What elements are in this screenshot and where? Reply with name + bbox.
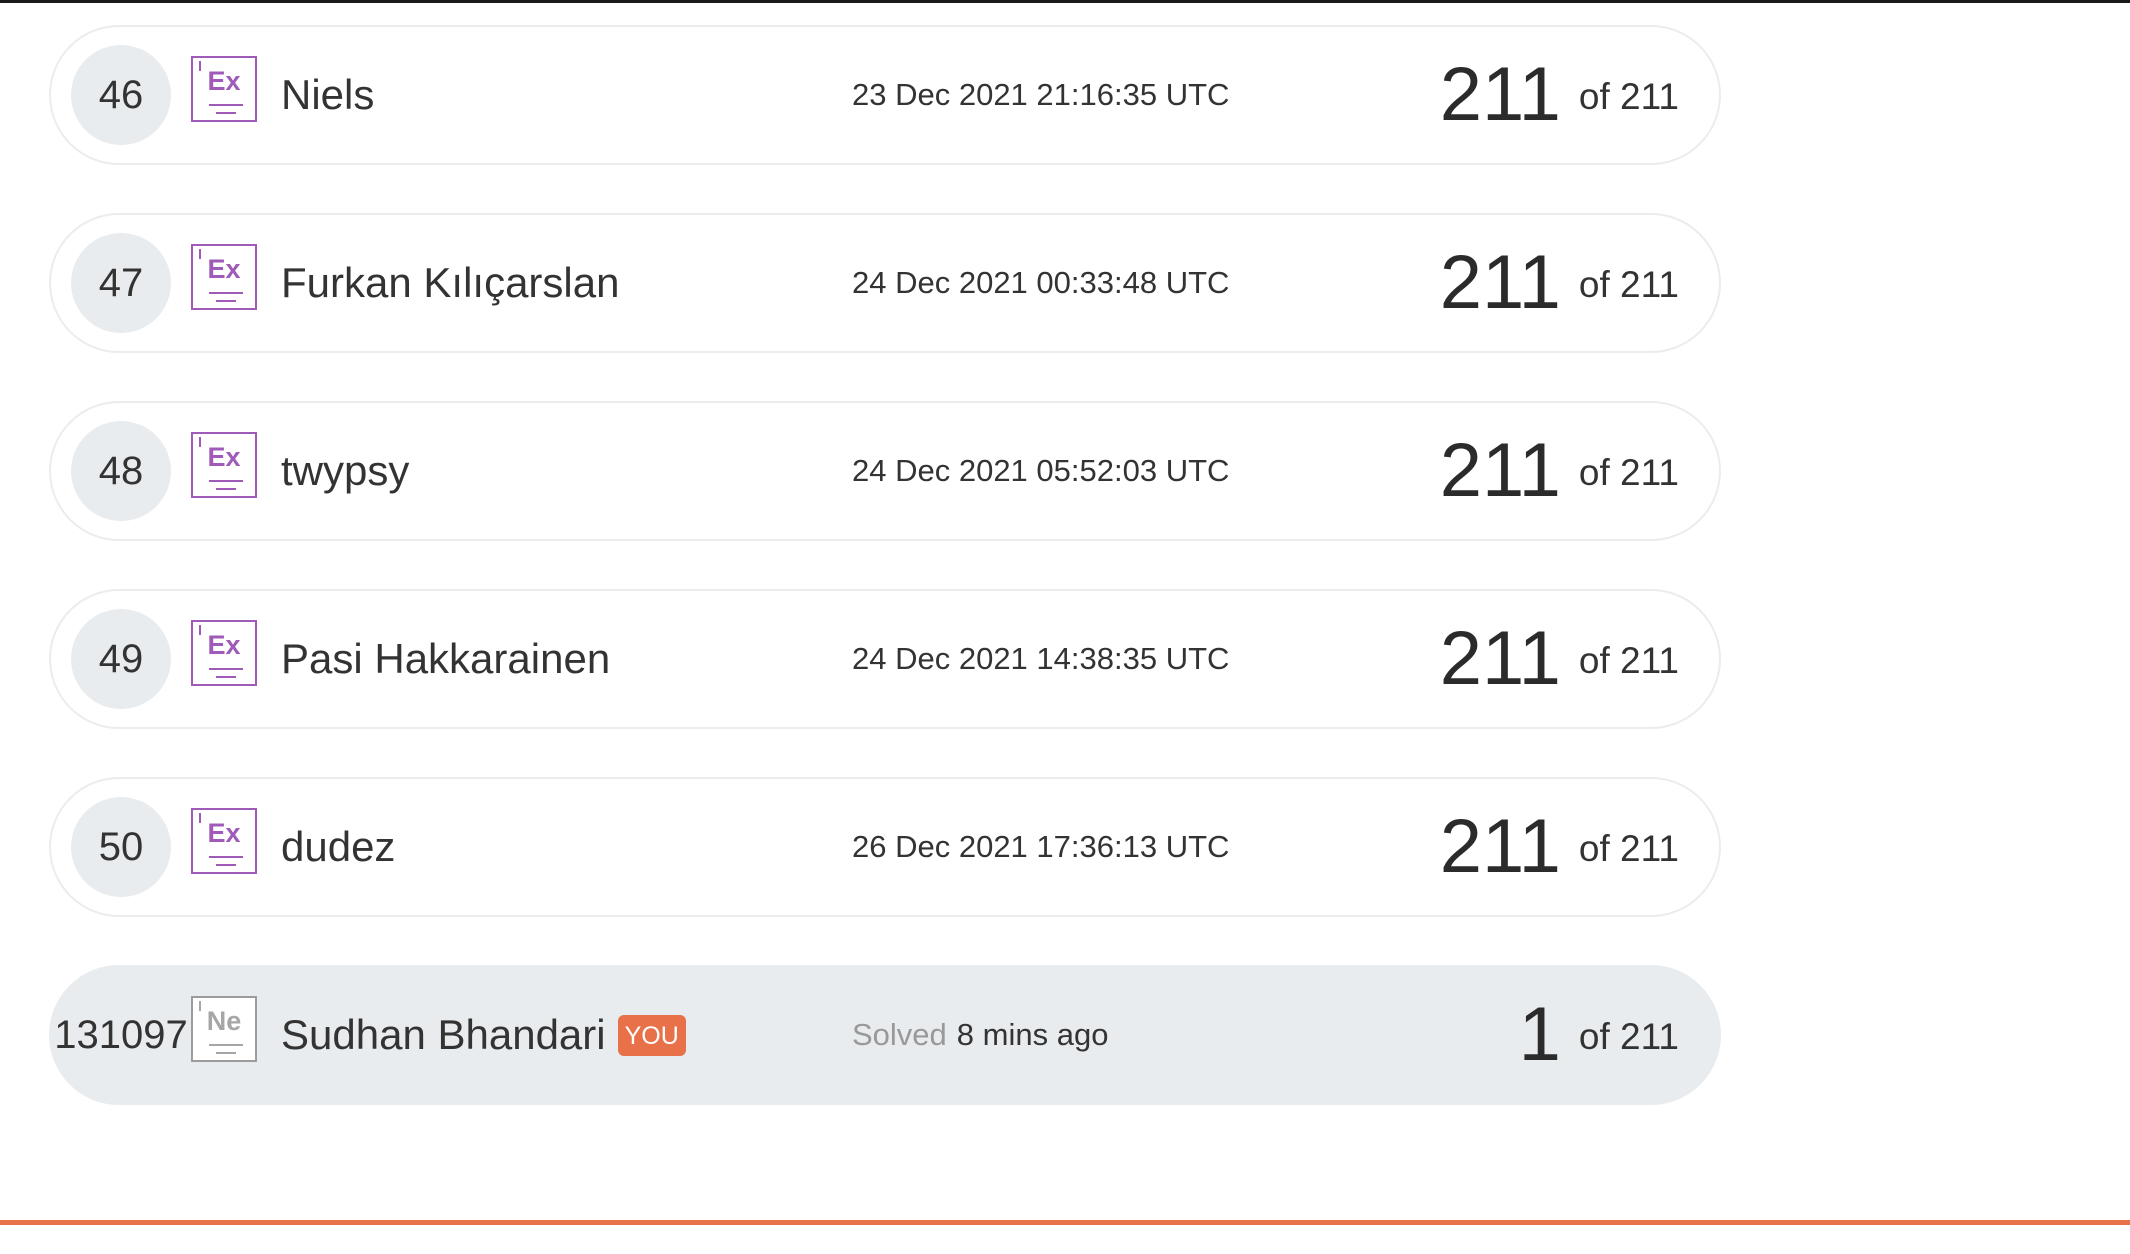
score: 211 of 211 bbox=[1440, 27, 1679, 163]
player-name[interactable]: Pasi Hakkarainen bbox=[281, 591, 610, 727]
player-name[interactable]: twypsy bbox=[281, 403, 409, 539]
rank-number: 49 bbox=[71, 609, 171, 709]
rank-number: 50 bbox=[71, 797, 171, 897]
solved-label: Solved bbox=[852, 1017, 947, 1052]
score-total: of 211 bbox=[1578, 1016, 1679, 1057]
current-user-row: 131097 Ne Sudhan Bhandari YOU Solved 8 m… bbox=[49, 965, 1721, 1105]
completion-date: 23 Dec 2021 21:16:35 UTC bbox=[852, 77, 1230, 112]
score-total: of 211 bbox=[1578, 828, 1679, 869]
solved-status: Solved 8 mins ago bbox=[852, 967, 1108, 1103]
leaderboard-row: 50 Ex dudez 26 Dec 2021 17:36:13 UTC 211… bbox=[49, 777, 1721, 917]
completion-date: 26 Dec 2021 17:36:13 UTC bbox=[852, 829, 1230, 864]
player-name[interactable]: dudez bbox=[281, 779, 395, 915]
leaderboard-row: 48 Ex twypsy 24 Dec 2021 05:52:03 UTC 21… bbox=[49, 401, 1721, 541]
completion-date: 24 Dec 2021 00:33:48 UTC bbox=[852, 265, 1230, 300]
rank-number: 131097 bbox=[54, 1012, 188, 1057]
score: 211 of 211 bbox=[1440, 591, 1679, 727]
leaderboard-row: 46 Ex Niels 23 Dec 2021 21:16:35 UTC 211… bbox=[49, 25, 1721, 165]
leaderboard-page: 46 Ex Niels 23 Dec 2021 21:16:35 UTC 211… bbox=[0, 0, 2130, 1254]
badge-symbol: Ex bbox=[207, 254, 241, 284]
score-total: of 211 bbox=[1578, 452, 1679, 493]
badge-symbol: Ex bbox=[207, 630, 241, 660]
score: 211 of 211 bbox=[1440, 215, 1679, 351]
level-badge-icon: Ex bbox=[191, 56, 257, 122]
rank-number: 48 bbox=[71, 421, 171, 521]
rank-number: 47 bbox=[71, 233, 171, 333]
score-value: 211 bbox=[1439, 52, 1561, 137]
badge-symbol: Ex bbox=[207, 66, 241, 96]
badge-symbol: Ex bbox=[207, 442, 241, 472]
score: 211 of 211 bbox=[1440, 779, 1679, 915]
score: 1 of 211 bbox=[1519, 967, 1679, 1103]
score-value: 211 bbox=[1439, 428, 1561, 513]
score-value: 211 bbox=[1439, 616, 1561, 701]
leaderboard-row: 49 Ex Pasi Hakkarainen 24 Dec 2021 14:38… bbox=[49, 589, 1721, 729]
score-total: of 211 bbox=[1578, 76, 1679, 117]
score-total: of 211 bbox=[1578, 640, 1679, 681]
level-badge-icon: Ex bbox=[191, 808, 257, 874]
player-name[interactable]: Niels bbox=[281, 27, 374, 163]
score: 211 of 211 bbox=[1440, 403, 1679, 539]
completion-date: 24 Dec 2021 05:52:03 UTC bbox=[852, 453, 1230, 488]
leaderboard-list: 46 Ex Niels 23 Dec 2021 21:16:35 UTC 211… bbox=[49, 25, 1721, 1153]
leaderboard-row: 47 Ex Furkan Kılıçarslan 24 Dec 2021 00:… bbox=[49, 213, 1721, 353]
player-name[interactable]: Furkan Kılıçarslan bbox=[281, 215, 619, 351]
player-name[interactable]: Sudhan Bhandari bbox=[281, 1011, 606, 1059]
badge-symbol: Ex bbox=[207, 818, 241, 848]
rank-number: 46 bbox=[71, 45, 171, 145]
level-badge-icon: Ex bbox=[191, 620, 257, 686]
completion-date: 24 Dec 2021 14:38:35 UTC bbox=[852, 641, 1230, 676]
level-badge-icon: Ex bbox=[191, 432, 257, 498]
score-value: 211 bbox=[1439, 804, 1561, 889]
solved-time: 8 mins ago bbox=[956, 1017, 1109, 1052]
score-value: 211 bbox=[1439, 240, 1561, 325]
level-badge-icon: Ex bbox=[191, 244, 257, 310]
bottom-accent-divider bbox=[0, 1220, 2130, 1225]
level-badge-icon: Ne bbox=[191, 996, 257, 1062]
current-user-name: Sudhan Bhandari YOU bbox=[281, 967, 686, 1103]
you-badge: YOU bbox=[617, 1014, 686, 1056]
score-total: of 211 bbox=[1578, 264, 1679, 305]
badge-symbol: Ne bbox=[206, 1006, 242, 1036]
score-value: 1 bbox=[1518, 992, 1561, 1077]
top-divider bbox=[0, 0, 2130, 3]
